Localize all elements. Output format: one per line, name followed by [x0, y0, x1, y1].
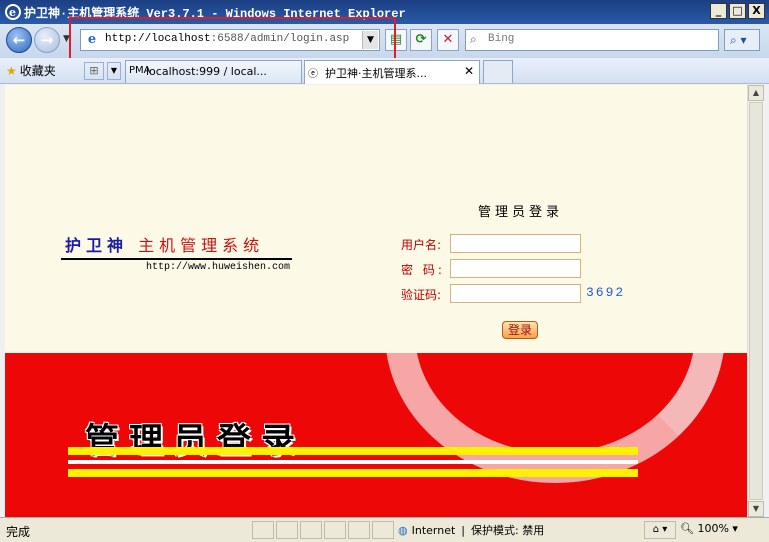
pma-icon: PMA: [129, 65, 151, 76]
favorites-button[interactable]: ★ 收藏夹: [6, 62, 56, 79]
vertical-scrollbar[interactable]: ▲ ▼: [747, 85, 764, 517]
banner-stripe: [68, 460, 638, 464]
search-go-button[interactable]: ⌕ ▾: [724, 29, 760, 51]
zone-label: Internet: [411, 524, 456, 537]
zone-separator: |: [461, 524, 466, 537]
zoom-control[interactable]: 🔍︎ 100% ▾: [680, 522, 738, 535]
close-tab-icon[interactable]: ✕: [464, 64, 474, 78]
status-cell: [276, 521, 298, 539]
protected-mode-label: 保护模式: 禁用: [471, 524, 545, 537]
captcha-image[interactable]: 3692: [586, 285, 625, 300]
zoom-icon: 🔍︎: [680, 522, 698, 535]
forward-button[interactable]: →: [34, 27, 60, 53]
username-field[interactable]: [450, 234, 581, 253]
ie-page-icon: ⓔ: [308, 69, 318, 80]
login-banner: 管理员登录: [5, 353, 747, 517]
tab-label: localhost:999 / local...: [146, 65, 267, 78]
search-input[interactable]: ⌕ Bing: [465, 29, 719, 51]
ie-logo-icon: e: [5, 4, 21, 20]
refresh-icon[interactable]: ⟳: [410, 29, 432, 51]
address-highlight-box: [69, 17, 396, 64]
window-controls: _ □ X: [710, 3, 765, 19]
tab-label: 护卫神·主机管理系...: [325, 67, 427, 80]
star-icon: ★: [6, 64, 17, 78]
brand-title: 护卫神 主机管理系统: [65, 232, 264, 256]
login-button[interactable]: 登录: [502, 321, 538, 339]
captcha-field[interactable]: [450, 284, 581, 303]
security-status-icon[interactable]: ⌂ ▾: [644, 521, 676, 539]
ie-window: e 护卫神·主机管理系统 Ver3.7.1 - Windows Internet…: [0, 0, 769, 542]
zoom-level: 100%: [697, 522, 729, 535]
captcha-label: 验证码:: [401, 288, 442, 302]
scroll-up-icon[interactable]: ▲: [748, 85, 764, 101]
scroll-thumb[interactable]: [749, 102, 763, 500]
brand-product: 主机管理系统: [138, 236, 265, 255]
password-field[interactable]: [450, 259, 581, 278]
favorites-label: 收藏夹: [19, 64, 56, 78]
brand-divider: [61, 258, 292, 260]
favorites-bar: ★ 收藏夹 ⊞ ▼ PMA localhost:999 / local... ⓔ …: [0, 58, 769, 84]
search-placeholder: Bing: [488, 33, 515, 45]
minimize-button[interactable]: _: [710, 3, 727, 19]
brand-name: 护卫神: [65, 236, 129, 255]
login-heading: 管理员登录: [478, 205, 564, 220]
status-cell: [348, 521, 370, 539]
password-label: 密 码:: [401, 263, 445, 277]
maximize-button[interactable]: □: [729, 3, 746, 19]
page-content: 护卫神 主机管理系统 http://www.huweishen.com 管理员登…: [5, 85, 747, 517]
globe-icon: ◍: [398, 524, 408, 537]
search-icon: ⌕: [470, 32, 477, 46]
username-label: 用户名:: [401, 238, 442, 252]
banner-stripe: [68, 447, 638, 455]
tab-phpmyadmin[interactable]: PMA localhost:999 / local...: [125, 60, 302, 83]
tab-active[interactable]: ⓔ 护卫神·主机管理系... ✕: [304, 60, 480, 84]
status-cell: [252, 521, 274, 539]
stop-icon[interactable]: ✕: [437, 29, 459, 51]
status-cell: [372, 521, 394, 539]
status-cell: [324, 521, 346, 539]
banner-stripe: [68, 469, 638, 477]
close-button[interactable]: X: [748, 3, 765, 19]
quick-tabs-icon[interactable]: ⊞: [84, 62, 104, 80]
back-button[interactable]: ←: [6, 27, 32, 53]
status-bar: 完成 ◍ Internet | 保护模式: 禁用 ⌂ ▾ 🔍︎ 100% ▾: [0, 517, 769, 542]
status-cell: [300, 521, 322, 539]
scroll-down-icon[interactable]: ▼: [748, 501, 764, 517]
security-zone[interactable]: ◍ Internet | 保护模式: 禁用: [398, 522, 544, 538]
brand-url: http://www.huweishen.com: [146, 262, 291, 273]
new-tab-button[interactable]: [483, 60, 513, 83]
tab-list-dropdown-icon[interactable]: ▼: [107, 62, 121, 80]
svg-text:e: e: [9, 6, 16, 19]
status-text: 完成: [6, 525, 31, 539]
